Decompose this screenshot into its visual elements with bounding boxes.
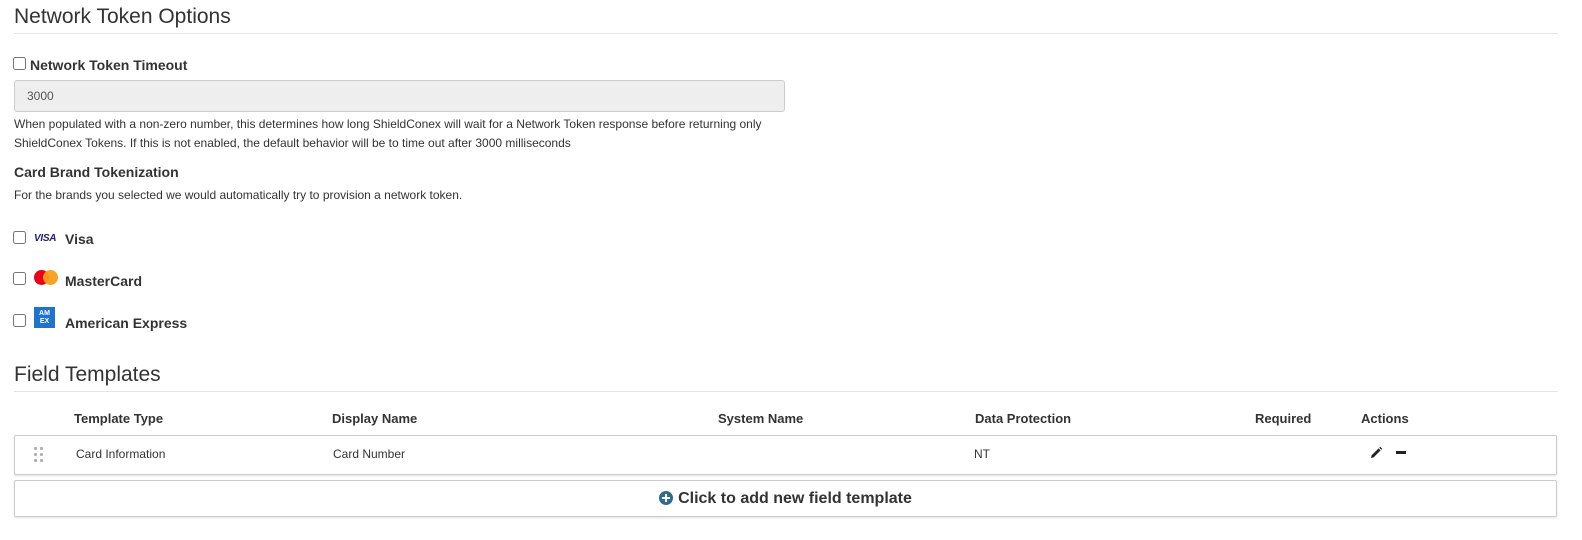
- cell-data-protection: NT: [974, 447, 990, 461]
- network-token-timeout-checkbox[interactable]: [13, 57, 26, 70]
- amex-label: American Express: [65, 315, 188, 331]
- amex-mark-bottom: EX: [39, 317, 50, 325]
- cell-template-type: Card Information: [76, 447, 166, 461]
- timeout-help-line-2: ShieldConex Tokens. If this is not enabl…: [14, 136, 571, 150]
- pencil-icon[interactable]: [1369, 446, 1383, 460]
- cell-display-name: Card Number: [333, 447, 406, 461]
- table-row: Card Information Card Number NT: [14, 435, 1557, 475]
- timeout-help-line-1: When populated with a non-zero number, t…: [14, 117, 762, 131]
- plus-circle-icon: [659, 490, 674, 505]
- card-brand-description: For the brands you selected we would aut…: [14, 188, 463, 202]
- amex-mark-top: AM: [39, 309, 50, 317]
- network-token-timeout-input[interactable]: [14, 80, 785, 112]
- network-token-timeout-label: Network Token Timeout: [30, 57, 188, 73]
- mastercard-checkbox[interactable]: [13, 272, 26, 285]
- mastercard-icon: [34, 270, 58, 286]
- card-brand-tokenization-heading: Card Brand Tokenization: [14, 164, 179, 180]
- column-header-display-name: Display Name: [332, 411, 418, 426]
- drag-handle-icon[interactable]: [34, 447, 44, 465]
- add-field-template-label: Click to add new field template: [678, 489, 912, 507]
- column-header-required: Required: [1255, 411, 1312, 426]
- minus-icon[interactable]: [1396, 450, 1407, 455]
- amex-checkbox[interactable]: [13, 314, 26, 327]
- network-token-options-title: Network Token Options: [14, 5, 1558, 34]
- visa-label: Visa: [65, 231, 94, 247]
- field-templates-title: Field Templates: [14, 363, 1558, 392]
- mastercard-label: MasterCard: [65, 273, 143, 289]
- add-field-template-button[interactable]: Click to add new field template: [14, 480, 1557, 517]
- visa-checkbox[interactable]: [13, 231, 26, 244]
- column-header-data-protection: Data Protection: [975, 411, 1072, 426]
- column-header-template-type: Template Type: [74, 411, 164, 426]
- visa-icon: VISA: [34, 233, 57, 244]
- column-header-system-name: System Name: [718, 411, 804, 426]
- column-header-actions: Actions: [1361, 411, 1409, 426]
- amex-icon: AM EX: [34, 307, 55, 328]
